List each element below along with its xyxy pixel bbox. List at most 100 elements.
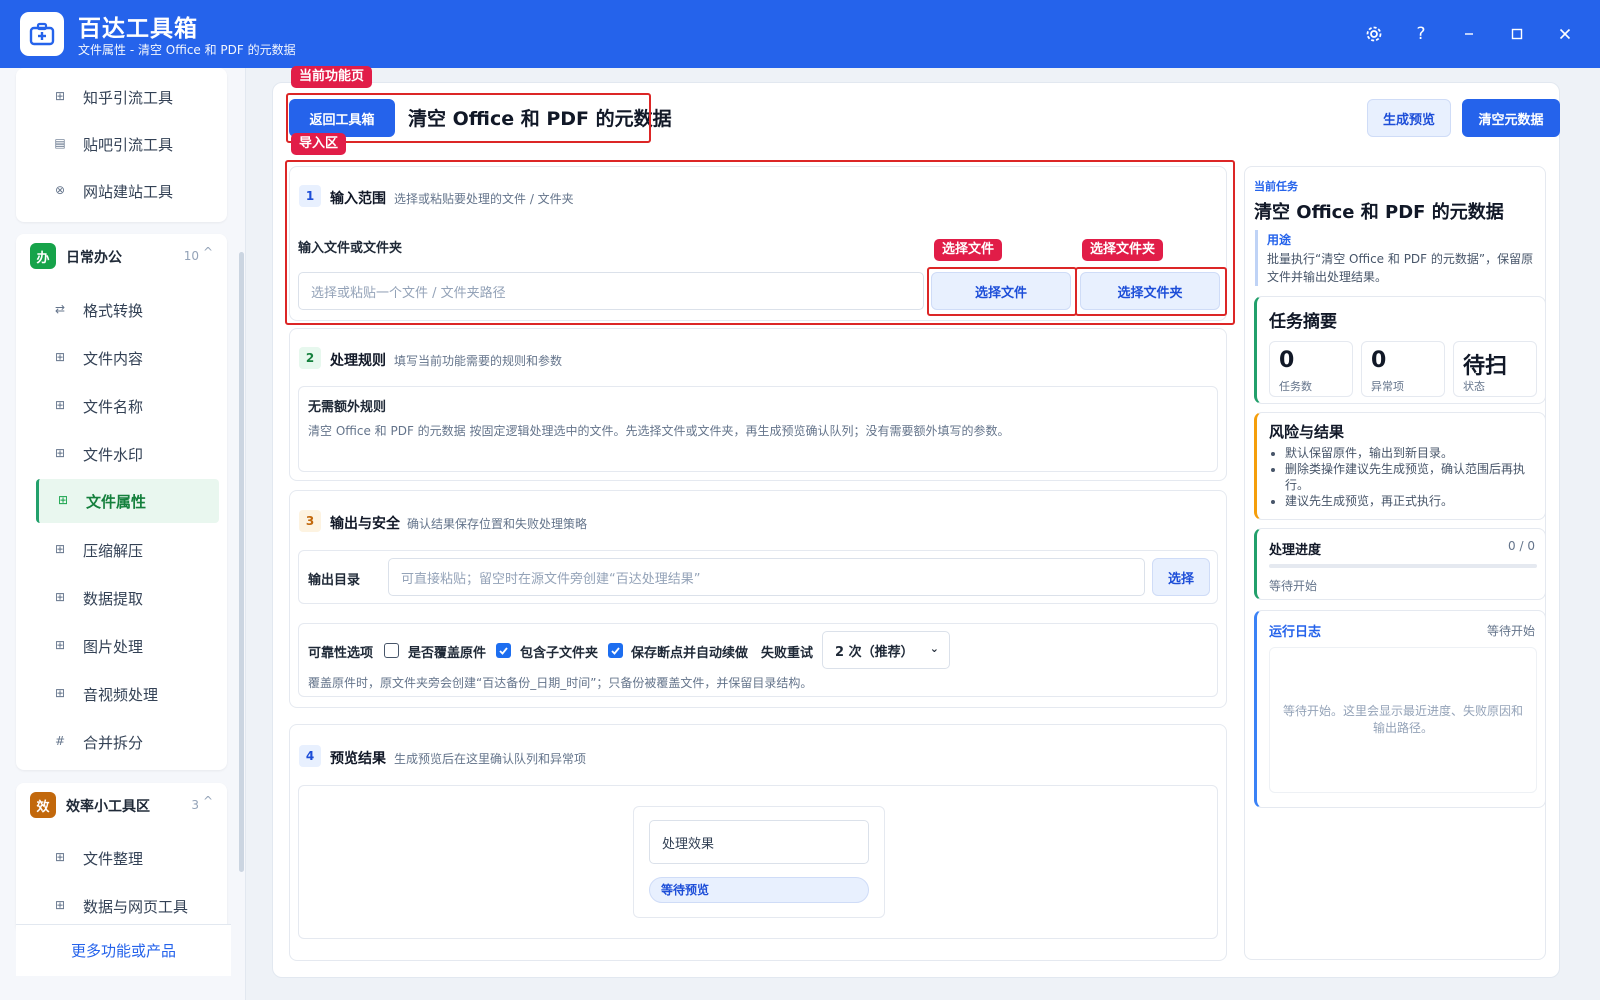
reliability-label: 可靠性选项 [308, 646, 374, 661]
sidebar-item-file-watermark[interactable]: ⊞ 文件水印 [21, 432, 219, 476]
annotation-tag-import-area: 导入区 [291, 133, 347, 155]
progress-title: 处理进度 [1269, 543, 1322, 558]
current-task-label: 当前任务 [1254, 180, 1298, 193]
grid-icon: ⊞ [54, 850, 66, 864]
step-description: 生成预览后在这里确认队列和异常项 [394, 752, 587, 766]
overwrite-note: 覆盖原件时，原文件夹旁会创建“百达备份_日期_时间”；只备份被覆盖文件，并保留目… [308, 676, 813, 690]
sidebar-item-file-content[interactable]: ⊞ 文件内容 [21, 336, 219, 380]
step-number: 4 [299, 745, 321, 767]
sidebar-item-label: 文件内容 [83, 350, 144, 368]
stat-value: 0 [1279, 348, 1295, 373]
sidebar-item-file-name[interactable]: ⊞ 文件名称 [21, 384, 219, 428]
grid-icon: ⊞ [54, 350, 66, 364]
choose-folder-button[interactable]: 选择文件夹 [1080, 272, 1220, 310]
resume-checkbox[interactable] [608, 643, 623, 658]
group-count-efficiency: 3 [191, 798, 199, 812]
task-summary-card: 任务摘要 0 任务数 0 异常项 待扫 状态 [1254, 296, 1546, 404]
sidebar-item-data-web[interactable]: ⊞ 数据与网页工具 [21, 884, 219, 928]
sidebar-item-label: 数据提取 [83, 590, 144, 608]
sidebar-scrollbar[interactable] [239, 252, 244, 872]
sidebar-group-office[interactable]: 办 日常办公 10 ^ [16, 234, 227, 278]
group-count-office: 10 [183, 249, 199, 263]
purpose-accent [1255, 230, 1258, 286]
sidebar-item-format-convert[interactable]: ⇄ 格式转换 [21, 288, 219, 332]
sidebar-item-label: 知乎引流工具 [83, 89, 174, 107]
sidebar-item-label: 音视频处理 [83, 686, 159, 704]
status-badge: 等待预览 [649, 877, 869, 903]
overwrite-label: 是否覆盖原件 [408, 646, 487, 661]
settings-gear-icon[interactable] [1360, 20, 1388, 48]
sidebar-item-label: 文件属性 [86, 493, 147, 511]
hash-icon: # [54, 734, 66, 748]
step-title: 预览结果 [330, 751, 386, 767]
stat-value: 0 [1371, 348, 1387, 373]
sidebar-item-image[interactable]: ⊞ 图片处理 [21, 624, 219, 668]
retry-label: 失败重试 [761, 646, 814, 661]
run-log-card: 运行日志 等待开始 等待开始。这里会显示最近进度、失败原因和输出路径。 [1254, 610, 1546, 808]
grid-icon: ⊞ [54, 542, 66, 556]
output-dir-input[interactable]: 可直接粘贴；留空时在源文件旁创建“百达处理结果” [388, 558, 1145, 596]
sidebar-item-compress[interactable]: ⊞ 压缩解压 [21, 528, 219, 572]
sidebar-item-label: 数据与网页工具 [83, 898, 189, 916]
sidebar-item-label: 文件水印 [83, 446, 144, 464]
step-number: 1 [299, 185, 321, 207]
subfolder-checkbox[interactable] [496, 643, 511, 658]
risk-list: 默认保留原件，输出到新目录。 删除类操作建议先生成预览，确认范围后再执行。 建议… [1285, 445, 1541, 509]
run-log-status: 等待开始 [1486, 624, 1535, 638]
toolbox-logo-icon [20, 12, 64, 56]
retry-select[interactable]: 2 次（推荐） ⌄ [822, 631, 950, 669]
group-title-office: 日常办公 [66, 250, 122, 266]
input-path-field[interactable]: 选择或粘贴一个文件 / 文件夹路径 [298, 272, 924, 310]
stat-status: 待扫 状态 [1453, 341, 1537, 397]
sidebar-item-zhihu[interactable]: ⊞ 知乎引流工具 [21, 75, 219, 119]
sidebar-item-av[interactable]: ⊞ 音视频处理 [21, 672, 219, 716]
sidebar-item-merge-split[interactable]: # 合并拆分 [21, 720, 219, 764]
page-title: 清空 Office 和 PDF 的元数据 [408, 108, 672, 130]
progress-count: 0 / 0 [1508, 539, 1535, 553]
stat-label: 任务数 [1279, 380, 1312, 393]
check-icon [499, 647, 508, 655]
run-log-content: 等待开始。这里会显示最近进度、失败原因和输出路径。 [1269, 647, 1537, 793]
convert-icon: ⇄ [54, 302, 66, 316]
annotation-tag-current-page: 当前功能页 [291, 66, 373, 88]
step-title: 输出与安全 [330, 516, 400, 532]
annotation-tag-choose-folder: 选择文件夹 [1082, 239, 1164, 261]
step-title: 输入范围 [330, 191, 386, 207]
close-icon[interactable] [1551, 20, 1579, 48]
purpose-text: 批量执行“清空 Office 和 PDF 的元数据”，保留原文件并输出处理结果。 [1267, 252, 1534, 284]
clear-metadata-button[interactable]: 清空元数据 [1462, 99, 1560, 137]
overwrite-checkbox[interactable] [384, 643, 399, 658]
subfolder-label: 包含子文件夹 [520, 646, 599, 661]
stat-label: 状态 [1463, 380, 1485, 393]
grid-icon: ⊞ [57, 493, 69, 507]
stat-value: 待扫 [1463, 354, 1508, 379]
sidebar-group-efficiency[interactable]: 效 效率小工具区 3 ^ [16, 783, 227, 827]
chevron-down-icon: ⌄ [929, 642, 939, 655]
back-to-toolbox-button[interactable]: 返回工具箱 [289, 99, 395, 137]
choose-output-button[interactable]: 选择 [1152, 558, 1210, 596]
list-item: 删除类操作建议先生成预览，确认范围后再执行。 [1285, 461, 1541, 493]
sidebar-item-website[interactable]: ⊗ 网站建站工具 [21, 169, 219, 213]
sidebar-item-file-organize[interactable]: ⊞ 文件整理 [21, 836, 219, 880]
sidebar-item-data-extract[interactable]: ⊞ 数据提取 [21, 576, 219, 620]
progress-track [1269, 564, 1537, 568]
help-icon[interactable]: ? [1407, 20, 1435, 48]
sidebar-item-label: 合并拆分 [83, 734, 144, 752]
sidebar-item-label: 文件名称 [83, 398, 144, 416]
zhihu-icon: ⊞ [54, 89, 66, 103]
title-bar: 百达工具箱 文件属性 - 清空 Office 和 PDF 的元数据 ? [0, 0, 1600, 68]
choose-file-button[interactable]: 选择文件 [931, 272, 1071, 310]
grid-icon: ⊞ [54, 686, 66, 700]
sidebar-item-label: 网站建站工具 [83, 183, 174, 201]
tieba-icon: ▤ [54, 136, 66, 150]
group-badge-efficiency: 效 [30, 792, 56, 818]
grid-icon: ⊞ [54, 898, 66, 912]
sidebar-item-file-properties[interactable]: ⊞ 文件属性 [36, 479, 219, 523]
maximize-icon[interactable] [1503, 20, 1531, 48]
check-icon [611, 647, 620, 655]
rules-title: 无需额外规则 [308, 400, 387, 415]
more-products-link[interactable]: 更多功能或产品 [16, 924, 231, 976]
minimize-icon[interactable] [1455, 20, 1483, 48]
sidebar-item-tieba[interactable]: ▤ 贴吧引流工具 [21, 122, 219, 166]
generate-preview-button[interactable]: 生成预览 [1367, 99, 1451, 137]
